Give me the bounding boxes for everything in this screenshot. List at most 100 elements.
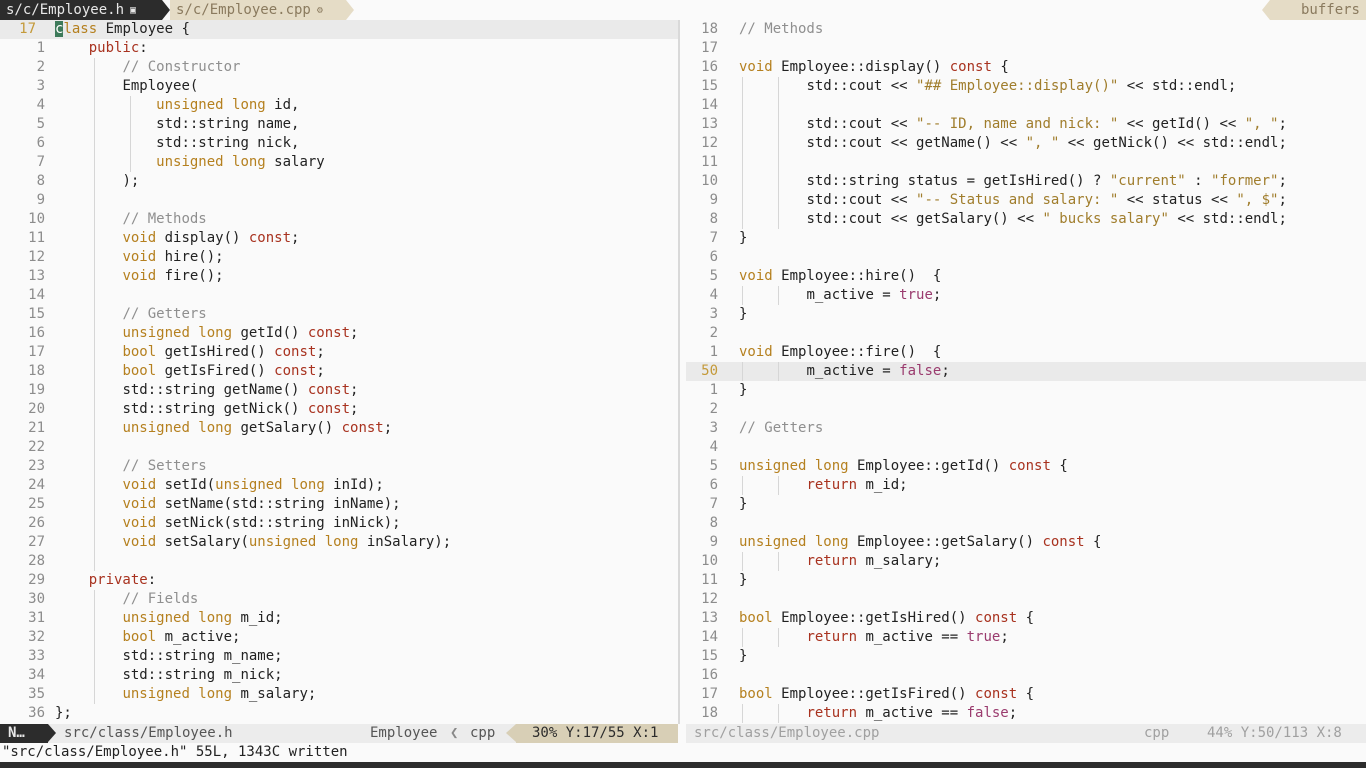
code-line[interactable]: 14 [686,96,1366,115]
code-line[interactable]: 7 unsigned long salary [0,153,678,172]
current-code-line[interactable]: 50 m_active = false; [686,362,1366,381]
code-line[interactable]: 10 // Methods [0,210,678,229]
code-line[interactable]: 5 std::string name, [0,115,678,134]
code-line[interactable]: 31 unsigned long m_id; [0,609,678,628]
code-token: ", " [1244,116,1279,132]
code-line[interactable]: 11 void display() const; [0,229,678,248]
tab-employee-h[interactable]: s/c/Employee.h ▣ [0,0,162,20]
code-line[interactable]: 1 void Employee::fire() { [686,343,1366,362]
code-line[interactable]: 4 m_active = true; [686,286,1366,305]
line-number: 18 [701,21,718,37]
code-line[interactable]: 2 [686,400,1366,419]
code-line[interactable]: 4 [686,438,1366,457]
code-line[interactable]: 18 // Methods [686,20,1366,39]
code-line[interactable]: 28 [0,552,678,571]
code-line[interactable]: 30 // Fields [0,590,678,609]
code-token: unsigned long [739,458,849,474]
code-line[interactable]: 36}; [0,704,678,723]
code-line[interactable]: 8 ); [0,172,678,191]
code-line[interactable]: 7} [686,229,1366,248]
line-number: 10 [701,553,718,569]
code-line[interactable]: 35 unsigned long m_salary; [0,685,678,704]
command-line[interactable]: "src/class/Employee.h" 55L, 1343C writte… [0,743,1366,762]
code-line[interactable]: 29 private: [0,571,678,590]
editor-pane-right[interactable]: 18// Methods 17 16 void Employee::display()… [686,20,1366,724]
code-line[interactable]: 5 unsigned long Employee::getId() const { [686,457,1366,476]
code-token: std::string nick, [156,135,300,151]
code-line[interactable]: 1} [686,381,1366,400]
code-line[interactable]: 14 [0,286,678,305]
code-line[interactable]: 2 [686,324,1366,343]
code-line[interactable]: 3 // Getters [686,419,1366,438]
code-line[interactable]: 12 [686,590,1366,609]
code-line[interactable]: 34 std::string m_nick; [0,666,678,685]
vertical-split-divider[interactable] [678,20,686,724]
code-line[interactable]: 32 bool m_active; [0,628,678,647]
code-line[interactable]: 6 [686,248,1366,267]
code-line[interactable]: 24 void setId(unsigned long inId); [0,476,678,495]
code-token: const [274,363,317,379]
code-line[interactable]: 25 void setName(std::string inName); [0,495,678,514]
code-line[interactable]: 26 void setNick(std::string inNick); [0,514,678,533]
code-line[interactable]: 9 [0,191,678,210]
current-code-line[interactable]: 17 class Employee { [0,20,678,39]
code-line[interactable]: 15} [686,647,1366,666]
code-line[interactable]: 13 std::cout << "-- ID, name and nick: "… [686,115,1366,134]
code-line[interactable]: 21 unsigned long getSalary() const; [0,419,678,438]
code-text: std::cout << getName() << ", " << getNic… [739,134,1286,153]
code-line[interactable]: 10 std::string status = getIsHired() ? "… [686,172,1366,191]
code-token: ; [1008,705,1018,721]
tab-employee-cpp[interactable]: s/c/Employee.cpp ⚙ [170,0,346,20]
code-line[interactable]: 10 return m_salary; [686,552,1366,571]
code-line[interactable]: 27 void setSalary(unsigned long inSalary… [0,533,678,552]
code-line[interactable]: 6 return m_id; [686,476,1366,495]
code-line[interactable]: 11} [686,571,1366,590]
code-line[interactable]: 23 // Setters [0,457,678,476]
code-line[interactable]: 16 [686,666,1366,685]
code-line[interactable]: 12 std::cout << getName() << ", " << get… [686,134,1366,153]
code-line[interactable]: 8 [686,514,1366,533]
code-line[interactable]: 5 void Employee::hire() { [686,267,1366,286]
code-token: m_active == [857,629,967,645]
code-line[interactable]: 7} [686,495,1366,514]
code-line[interactable]: 3 Employee( [0,77,678,96]
line-number: 35 [28,686,45,702]
code-line[interactable]: 14 return m_active == true; [686,628,1366,647]
code-line[interactable]: 11 [686,153,1366,172]
editor-pane-left[interactable]: 17 class Employee {1 public: 2 // Construc… [0,20,678,724]
code-line[interactable]: 13 void fire(); [0,267,678,286]
code-text: } [739,381,747,400]
code-line[interactable]: 20 std::string getNick() const; [0,400,678,419]
code-line[interactable]: 13 bool Employee::getIsHired() const { [686,609,1366,628]
code-line[interactable]: 22 [0,438,678,457]
code-line[interactable]: 19 std::string getName() const; [0,381,678,400]
line-number: 33 [28,648,45,664]
code-token: } [739,496,748,512]
code-line[interactable]: 17 [686,39,1366,58]
code-line[interactable]: 6 std::string nick, [0,134,678,153]
code-line[interactable]: 17 bool getIsHired() const; [0,343,678,362]
code-line[interactable]: 16 void Employee::display() const { [686,58,1366,77]
code-token: m_active = [806,363,900,379]
code-line[interactable]: 18 return m_active == false; [686,704,1366,723]
code-line[interactable]: 15 std::cout << "## Employee::display()"… [686,77,1366,96]
code-line[interactable]: 12 void hire(); [0,248,678,267]
code-token: std::cout << getName() << [806,135,1026,151]
code-line[interactable]: 9 std::cout << "-- Status and salary: " … [686,191,1366,210]
code-line[interactable]: 33 std::string m_name; [0,647,678,666]
code-token: std::string getName() [122,382,308,398]
code-line[interactable]: 2 // Constructor [0,58,678,77]
code-line[interactable]: 1 public: [0,39,678,58]
buffers-indicator[interactable]: buffers [1270,0,1366,20]
line-number: 3 [709,420,718,436]
code-line[interactable]: 15 // Getters [0,305,678,324]
code-line[interactable]: 9 unsigned long Employee::getSalary() con… [686,533,1366,552]
code-line[interactable]: 18 bool getIsFired() const; [0,362,678,381]
code-line[interactable]: 4 unsigned long id, [0,96,678,115]
code-line[interactable]: 16 unsigned long getId() const; [0,324,678,343]
code-line[interactable]: 8 std::cout << getSalary() << " bucks sa… [686,210,1366,229]
code-token: // Getters [739,420,824,436]
code-line[interactable]: 3} [686,305,1366,324]
gear-icon: ⚙ [316,5,323,16]
code-line[interactable]: 17 bool Employee::getIsFired() const { [686,685,1366,704]
